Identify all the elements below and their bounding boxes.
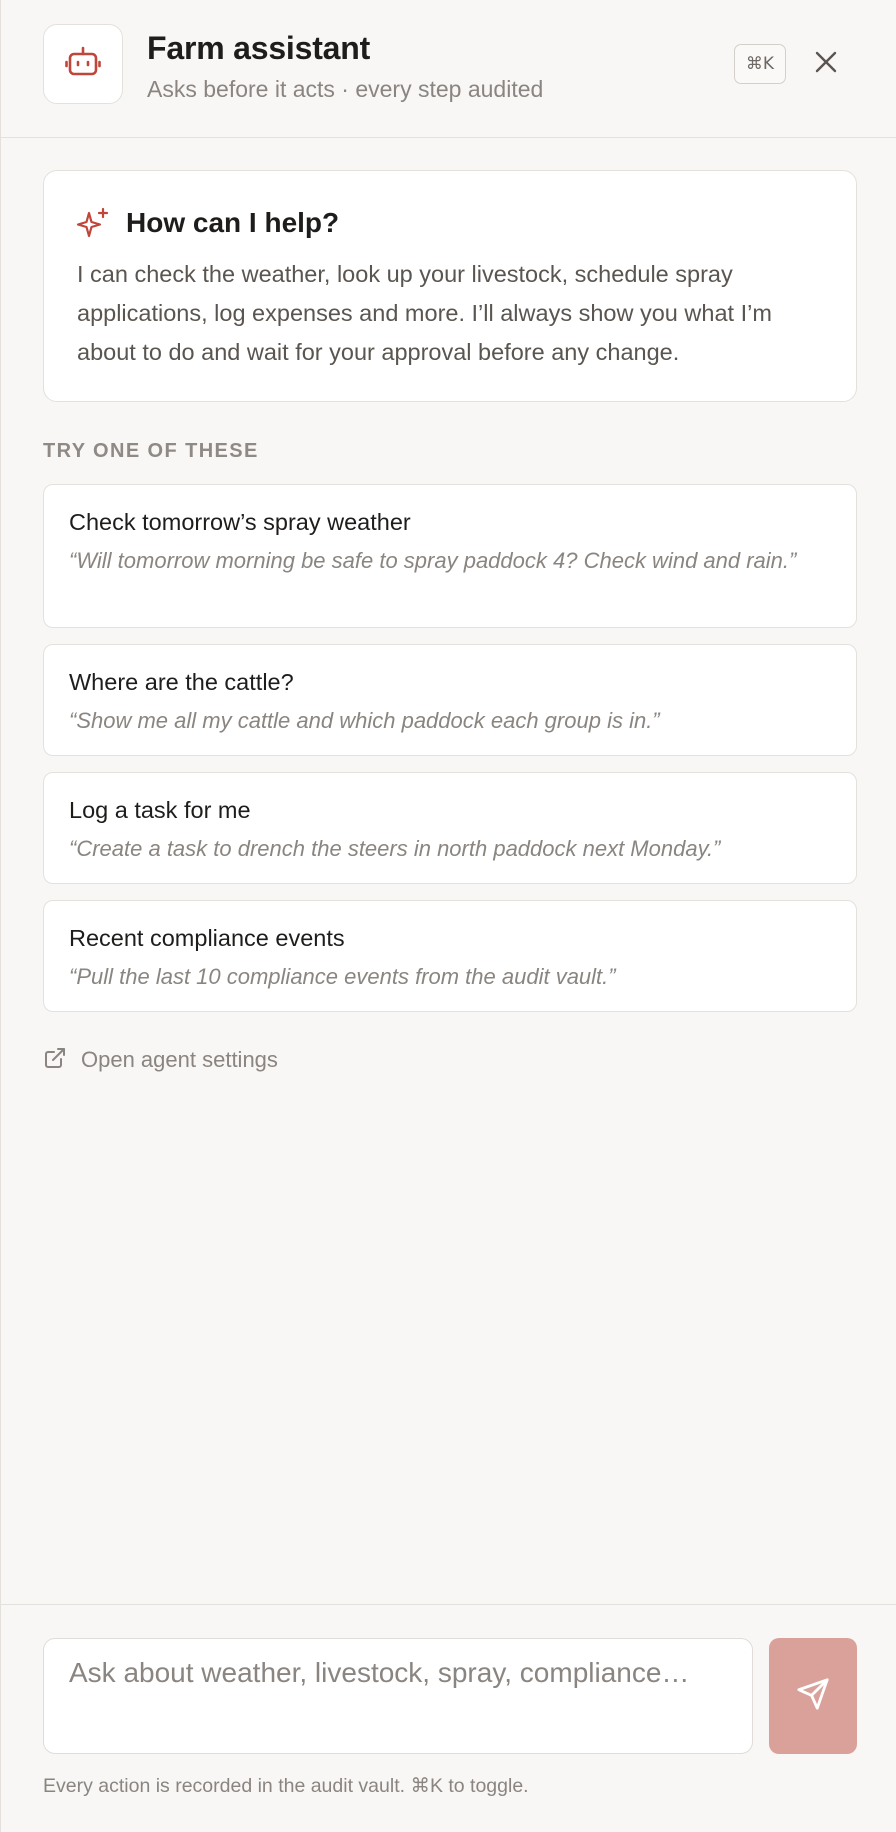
settings-link-label: Open agent settings (81, 1047, 278, 1072)
suggestion-prompt: “Will tomorrow morning be safe to spray … (69, 548, 797, 573)
suggestion-spray-weather[interactable]: Check tomorrow’s spray weather “Will tom… (43, 484, 857, 628)
shortcut-badge[interactable]: ⌘K (734, 44, 786, 84)
suggestion-prompt: “Show me all my cattle and which paddock… (69, 708, 660, 733)
panel-subtitle: Asks before it acts · every step audited (147, 76, 544, 102)
external-link-icon (43, 1046, 67, 1075)
suggestion-prompt: “Pull the last 10 compliance events from… (69, 964, 616, 989)
intro-text: I can check the weather, look up your li… (77, 261, 772, 365)
suggestions-label: TRY ONE OF THESE (43, 440, 259, 462)
sparkles-icon (76, 207, 110, 246)
suggestion-title: Log a task for me (69, 797, 251, 823)
message-input[interactable] (43, 1638, 753, 1754)
suggestion-cattle[interactable]: Where are the cattle? “Show me all my ca… (43, 644, 857, 756)
suggestion-log-task[interactable]: Log a task for me “Create a task to dren… (43, 772, 857, 884)
panel-title: Farm assistant (147, 30, 371, 66)
suggestion-title: Recent compliance events (69, 925, 345, 951)
assistant-panel: Farm assistant Asks before it acts · eve… (0, 0, 896, 1832)
suggestion-compliance[interactable]: Recent compliance events “Pull the last … (43, 900, 857, 1012)
composer-divider (1, 1604, 896, 1605)
panel-header: Farm assistant Asks before it acts · eve… (1, 0, 896, 138)
assistant-logo (43, 24, 123, 104)
robot-icon (65, 45, 101, 84)
close-button[interactable] (806, 44, 846, 84)
send-button[interactable] (769, 1638, 857, 1754)
audit-footer-note: Every action is recorded in the audit va… (43, 1775, 529, 1797)
close-icon (814, 50, 838, 79)
open-agent-settings-link[interactable]: Open agent settings (43, 1044, 278, 1076)
intro-card: How can I help? I can check the weather,… (43, 170, 857, 402)
intro-title: How can I help? (126, 207, 340, 238)
send-icon (796, 1677, 830, 1716)
suggestion-title: Where are the cattle? (69, 669, 294, 695)
suggestion-title: Check tomorrow’s spray weather (69, 509, 411, 535)
suggestion-prompt: “Create a task to drench the steers in n… (69, 836, 721, 861)
